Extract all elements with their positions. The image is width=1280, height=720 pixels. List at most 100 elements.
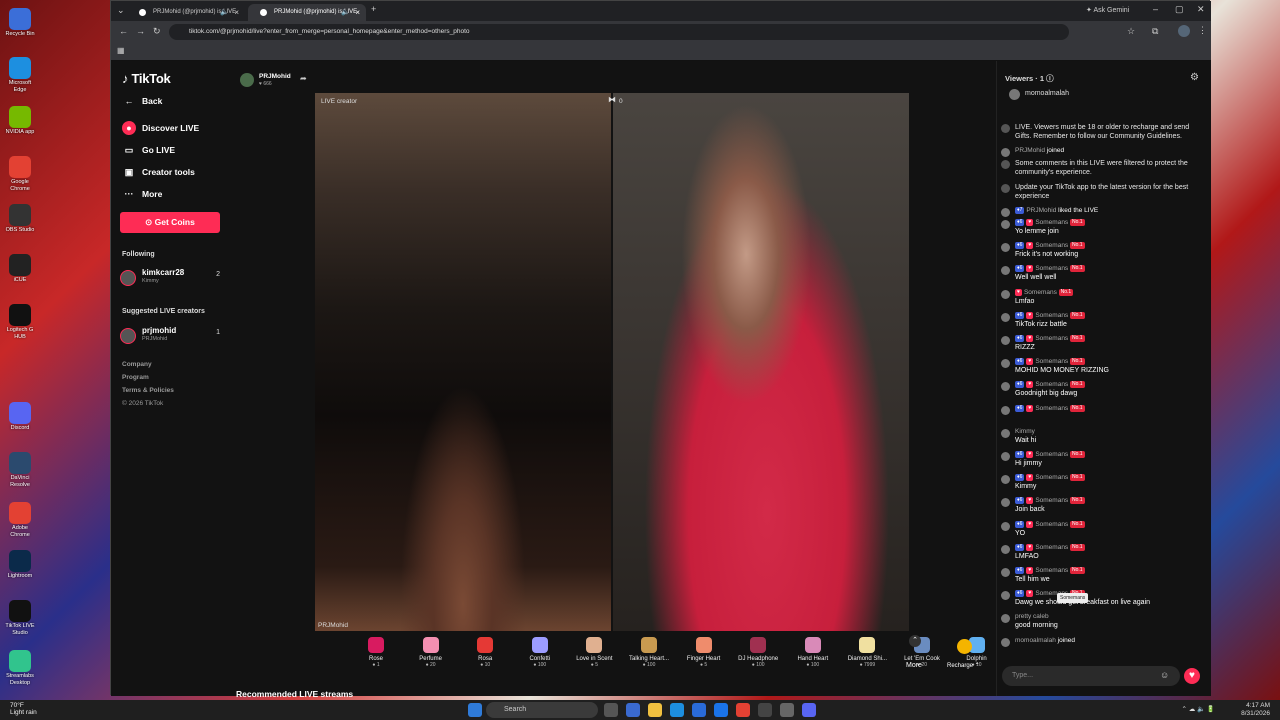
gift-item[interactable]: Rosa ● 10 — [457, 637, 513, 668]
url-field[interactable]: tiktok.com/@prjmohid/live?enter_from_mer… — [169, 24, 1069, 40]
forward-arrow-icon[interactable]: → — [136, 26, 145, 36]
file-explorer-icon[interactable] — [648, 703, 662, 717]
reload-icon[interactable]: ↻ — [153, 26, 161, 37]
ask-gemini-button[interactable]: ✦ Ask Gemini — [1086, 6, 1129, 14]
gift-item[interactable]: Perfume ● 20 — [403, 637, 459, 668]
desktop-app-icon — [9, 402, 31, 424]
windows-start-icon[interactable] — [468, 703, 482, 717]
nav-creator-tools[interactable]: ▣ Creator tools — [119, 162, 229, 182]
extensions-icon[interactable]: ⧉ — [1152, 26, 1158, 37]
gift-icon — [804, 637, 821, 653]
tiktok-logo[interactable]: ♪ TikTok — [122, 71, 171, 86]
settings-gear-icon[interactable]: ⚙ — [1190, 72, 1199, 83]
top-viewer-name[interactable]: momoalmalah — [1025, 90, 1069, 97]
apps-grid-icon[interactable]: ▦ — [117, 46, 125, 55]
close-tab-icon[interactable]: × — [355, 8, 360, 17]
new-tab-button[interactable]: + — [371, 4, 376, 14]
nav-go-live[interactable]: ▭ Go LIVE — [119, 140, 229, 160]
tab-1[interactable]: PRJMohid (@prjmohid) is LIVE 🔈 × — [127, 4, 245, 21]
clock[interactable]: 4:17 AM 8/31/2026 — [1220, 702, 1270, 718]
desktop-icon[interactable]: DaVinci Resolve — [4, 452, 36, 489]
footer-company-link[interactable]: Company — [122, 361, 152, 368]
like-heart-button[interactable]: ♥ — [1184, 668, 1200, 684]
level-value: 6 — [1019, 520, 1023, 527]
desktop-icon[interactable]: Google Chrome — [4, 156, 36, 193]
task-view-icon[interactable] — [604, 703, 618, 717]
weather-widget[interactable]: 70°F Light rain — [10, 702, 37, 716]
desktop-icon[interactable]: Logitech G HUB — [4, 304, 36, 341]
footer-terms-link[interactable]: Terms & Policies — [122, 387, 174, 394]
chat-input[interactable]: Type... — [1002, 666, 1180, 686]
recharge-button[interactable]: Recharge ⌃ — [947, 662, 980, 669]
nav-more[interactable]: ··· More — [119, 184, 229, 204]
gift-item[interactable]: Finger Heart ● 5 — [676, 637, 732, 668]
get-coins-button[interactable]: ⊙ Get Coins — [120, 212, 220, 233]
close-tab-icon[interactable]: × — [234, 8, 239, 17]
menu-kebab-icon[interactable]: ⋮ — [1198, 25, 1207, 36]
gift-item[interactable]: DJ Headphone ● 100 — [730, 637, 786, 668]
back-arrow-icon[interactable]: ← — [119, 26, 128, 36]
gift-item[interactable]: Diamond Shi... ● 7999 — [839, 637, 895, 668]
minimize-button[interactable]: – — [1153, 4, 1158, 14]
back-button[interactable]: ← Back — [119, 91, 229, 111]
edge-icon[interactable] — [670, 703, 684, 717]
speaker-icon[interactable]: 🔈 — [341, 8, 350, 16]
host-info[interactable]: PRJMohid ♥ 666 — [240, 71, 320, 89]
url-text: tiktok.com/@prjmohid/live?enter_from_mer… — [189, 28, 470, 35]
system-tray-icons[interactable]: ⌃ ☁ 🔈 🔋 — [1165, 705, 1215, 713]
video-left-host[interactable] — [315, 93, 611, 631]
mail-icon[interactable] — [714, 703, 728, 717]
footer-program-link[interactable]: Program — [122, 374, 149, 381]
desktop-icon[interactable]: NVIDIA app — [4, 106, 36, 136]
store-icon[interactable] — [692, 703, 706, 717]
chrome-icon[interactable] — [736, 703, 750, 717]
desktop-icon[interactable]: Microsoft Edge — [4, 57, 36, 94]
chat-user-line: ♦6♥Somemans No.1 — [1015, 311, 1087, 319]
share-icon[interactable]: ➦ — [300, 74, 307, 83]
gift-item[interactable]: Hand Heart ● 100 — [785, 637, 841, 668]
profile-avatar[interactable] — [1178, 25, 1190, 37]
speaker-icon[interactable]: 🔈 — [220, 8, 229, 16]
avatar — [1001, 336, 1010, 345]
chevron-up-icon[interactable]: ⌃ — [909, 635, 921, 647]
desktop-icon[interactable]: Lightroom — [4, 550, 36, 580]
desktop-icon[interactable]: TikTok LIVE Studio — [4, 600, 36, 637]
viewers-heading[interactable]: Viewers · 1 ⓘ — [1005, 73, 1054, 84]
bookmark-star-icon[interactable]: ☆ — [1127, 26, 1135, 37]
copilot-icon[interactable] — [626, 703, 640, 717]
emoji-icon[interactable]: ☺ — [1160, 670, 1169, 680]
gift-price-value: 100 — [647, 662, 656, 668]
desktop-icon[interactable]: iCUE — [4, 254, 36, 284]
video-right-guest[interactable] — [613, 93, 909, 631]
rank-badge: No.1 — [1058, 288, 1074, 296]
chat-text: Kimmy — [1015, 483, 1037, 491]
maximize-button[interactable]: ▢ — [1175, 4, 1184, 15]
more-gifts-button[interactable]: More — [906, 662, 922, 669]
gift-item[interactable]: Confetti ● 100 — [512, 637, 568, 668]
app-icon[interactable] — [780, 703, 794, 717]
rank-badge: No.1 — [1070, 358, 1085, 366]
rank-badge: No.1 — [1070, 567, 1085, 574]
gift-item[interactable]: Talking Heart... ● 100 — [621, 637, 677, 668]
suggested-account[interactable]: prjmohid PRJMohid 1 — [120, 326, 220, 348]
following-account[interactable]: kimkcarr28 Kimmy 2 — [120, 268, 220, 290]
live-stage: PRJMohid ♥ 666 ➦ LIVE creator ⧓ 0 PRJMohi… — [234, 61, 996, 699]
desktop-icon[interactable]: Recycle Bin — [4, 8, 36, 38]
avatar — [1001, 475, 1010, 485]
gift-item[interactable]: Rose ● 1 — [348, 637, 404, 668]
tab-search-icon[interactable]: ⌄ — [117, 5, 125, 16]
desktop-icon[interactable]: Streamlabs Desktop — [4, 650, 36, 687]
nav-discover-live[interactable]: ● Discover LIVE — [119, 118, 229, 138]
gift-item[interactable]: Let 'Em Cook ● 20 — [894, 637, 950, 668]
desktop-icon[interactable]: Adobe Chrome — [4, 502, 36, 539]
chat-username: Somemans — [1035, 474, 1069, 482]
desktop-icon[interactable]: Discord — [4, 402, 36, 432]
tab-2-active[interactable]: PRJMohid (@prjmohid) is LIVE 🔈 × — [248, 4, 366, 21]
discord-icon[interactable] — [802, 703, 816, 717]
gift-item[interactable]: Love in Scent ● 5 — [566, 637, 622, 668]
desktop-icon[interactable]: OBS Studio — [4, 204, 36, 234]
obs-icon[interactable] — [758, 703, 772, 717]
mute-toggle-icon[interactable]: ⧓ — [608, 95, 616, 104]
taskbar-search[interactable]: Search — [486, 702, 598, 718]
close-window-button[interactable]: ✕ — [1197, 4, 1205, 15]
